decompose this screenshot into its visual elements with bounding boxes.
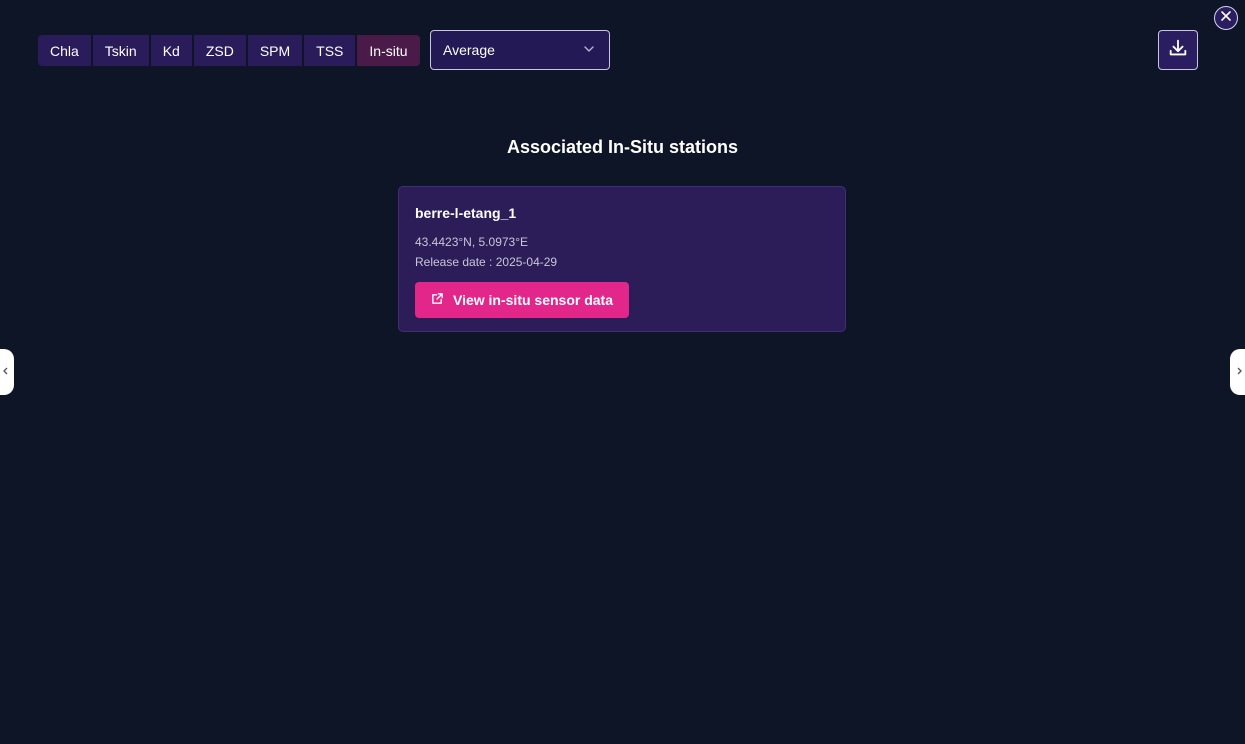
- close-icon: [1220, 9, 1232, 27]
- view-sensor-data-label: View in-situ sensor data: [453, 292, 614, 308]
- tab-kd[interactable]: Kd: [150, 35, 192, 66]
- tab-tskin[interactable]: Tskin: [92, 35, 149, 66]
- chevron-right-icon: [1235, 363, 1243, 381]
- station-name: berre-l-etang_1: [415, 205, 517, 221]
- previous-handle[interactable]: [0, 349, 14, 395]
- station-coordinates: 43.4423°N, 5.0973°E: [415, 235, 529, 249]
- station-release-date: Release date : 2025-04-29: [415, 255, 558, 269]
- tab-spm[interactable]: SPM: [247, 35, 303, 66]
- parameter-tabs: Chla Tskin Kd ZSD SPM TSS In-situ: [38, 35, 420, 66]
- aggregation-select[interactable]: Average: [430, 30, 610, 70]
- tab-in-situ[interactable]: In-situ: [357, 35, 420, 66]
- aggregation-select-value: Average: [443, 42, 495, 58]
- station-card: berre-l-etang_1 43.4423°N, 5.0973°E Rele…: [398, 186, 846, 332]
- next-handle[interactable]: [1230, 349, 1245, 395]
- download-button[interactable]: [1158, 30, 1198, 70]
- chevron-down-icon: [583, 42, 595, 58]
- tab-chla[interactable]: Chla: [38, 35, 91, 66]
- tab-zsd[interactable]: ZSD: [193, 35, 246, 66]
- tab-tss[interactable]: TSS: [304, 35, 356, 66]
- download-icon: [1167, 37, 1189, 64]
- view-sensor-data-button[interactable]: View in-situ sensor data: [415, 282, 630, 318]
- external-link-icon: [431, 292, 444, 308]
- station-meta: 43.4423°N, 5.0973°E Release date : 2025-…: [415, 232, 829, 272]
- chevron-left-icon: [2, 363, 10, 381]
- in-situ-panel: Chla Tskin Kd ZSD SPM TSS In-situ Averag…: [0, 0, 1245, 744]
- section-title: Associated In-Situ stations: [506, 137, 739, 157]
- close-button[interactable]: [1214, 6, 1238, 30]
